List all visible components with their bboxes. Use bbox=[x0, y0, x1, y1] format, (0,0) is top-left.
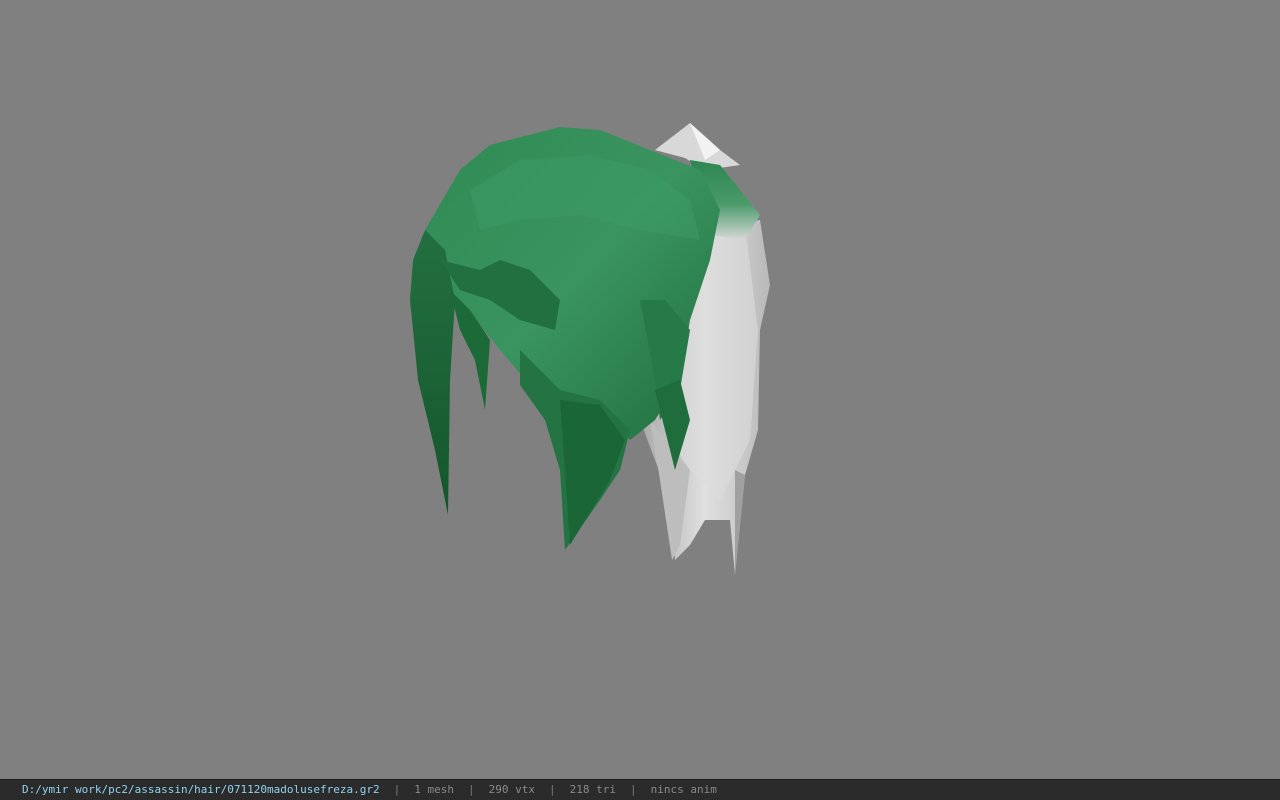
3d-viewport[interactable] bbox=[0, 0, 1280, 779]
hair-model bbox=[410, 123, 770, 575]
separator: | bbox=[548, 783, 556, 796]
file-path-label: D:/ymir work/pc2/assassin/hair/071120mad… bbox=[22, 783, 380, 796]
status-bar: D:/ymir work/pc2/assassin/hair/071120mad… bbox=[0, 779, 1280, 800]
separator: | bbox=[468, 783, 475, 796]
vertex-count-label: 290 vtx bbox=[488, 783, 535, 796]
animation-status-label: nincs anim bbox=[650, 783, 717, 796]
separator: | bbox=[393, 783, 401, 796]
triangle-count-label: 218 tri bbox=[569, 783, 616, 796]
mesh-count-label: 1 mesh bbox=[414, 783, 454, 796]
separator: | bbox=[629, 783, 637, 796]
